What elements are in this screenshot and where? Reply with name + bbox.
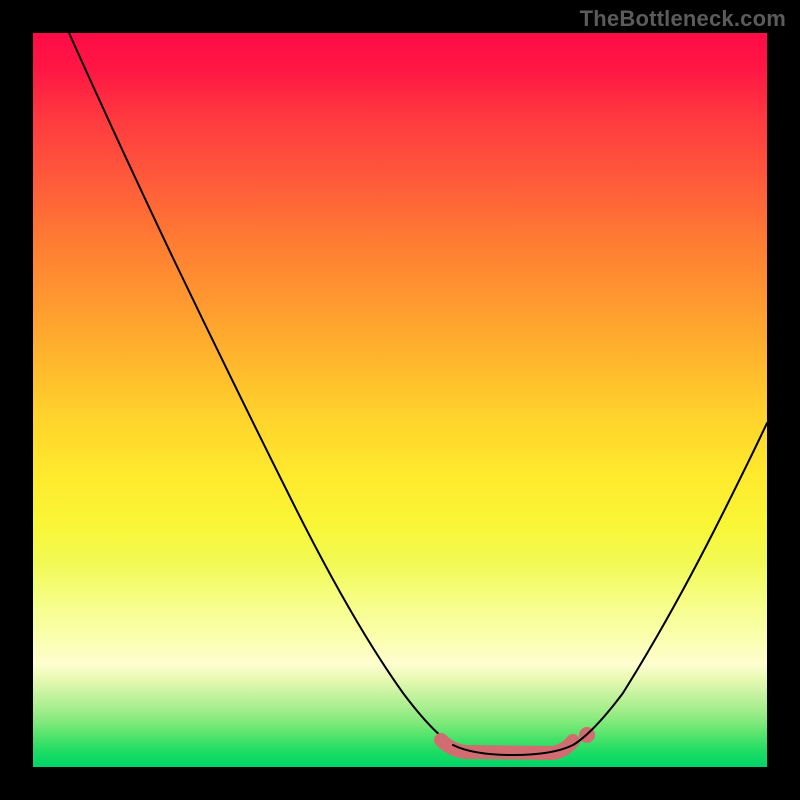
watermark-text: TheBottleneck.com [580,6,786,32]
chart-frame: TheBottleneck.com [0,0,800,800]
plot-area [33,33,767,767]
chart-svg [33,33,767,767]
left-curve-line [69,33,453,745]
right-curve-line [573,423,767,745]
